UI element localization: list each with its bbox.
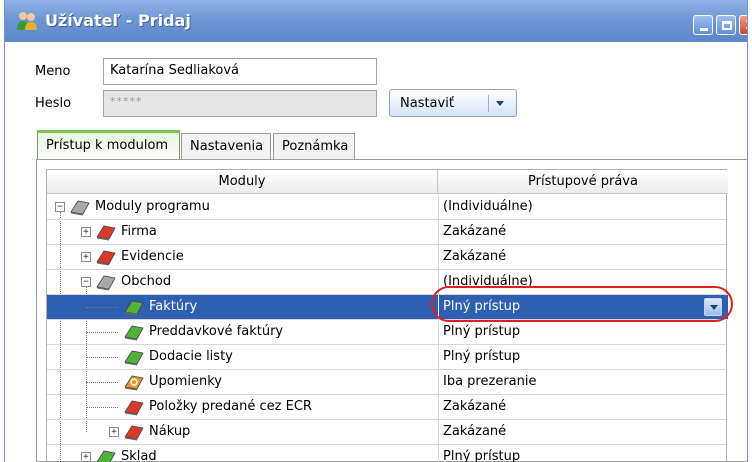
module-name: Firma <box>121 224 157 239</box>
tab-label: Prístup k modulom <box>46 138 169 153</box>
rights-cell[interactable]: (Individuálne) <box>438 195 728 219</box>
title-bar[interactable]: Užívateľ - Pridaj ✕ <box>5 0 747 42</box>
name-field[interactable]: Katarína Sedliaková <box>103 58 377 85</box>
tree-connector <box>86 332 118 333</box>
tree-row[interactable]: + Nákup Zakázané <box>47 420 728 445</box>
user-add-dialog: Užívateľ - Pridaj ✕ Meno Katarína Sedlia… <box>4 0 748 462</box>
close-icon: ✕ <box>744 16 747 34</box>
module-full-access-icon <box>96 450 116 462</box>
module-full-access-icon <box>124 300 144 316</box>
tree-row[interactable]: − Moduly programu (Individuálne) <box>47 195 728 220</box>
tree-connector <box>86 307 118 308</box>
module-name: Sklad <box>121 449 157 462</box>
close-button[interactable]: ✕ <box>739 15 747 35</box>
module-disabled-icon <box>96 250 116 266</box>
column-header-modules[interactable]: Moduly <box>47 170 438 194</box>
name-label: Meno <box>35 64 71 79</box>
set-password-button[interactable]: Nastaviť <box>389 89 517 117</box>
chevron-down-icon[interactable] <box>496 101 504 106</box>
module-name: Dodacie listy <box>149 349 233 364</box>
maximize-icon <box>722 21 732 30</box>
password-label: Heslo <box>35 96 72 111</box>
tree-row[interactable]: Upomienky Iba prezeranie <box>47 370 728 395</box>
minimize-button[interactable] <box>693 15 713 35</box>
collapse-icon[interactable]: − <box>81 277 91 287</box>
module-full-access-icon <box>124 325 144 341</box>
column-header-rights[interactable]: Prístupové práva <box>438 170 728 194</box>
module-individual-icon <box>70 200 90 216</box>
module-name: Moduly programu <box>95 199 210 214</box>
tab-access-modules[interactable]: Prístup k modulom <box>37 130 180 160</box>
expand-icon[interactable]: + <box>81 452 91 462</box>
tree-connector <box>86 382 118 383</box>
rights-cell[interactable]: Plný prístup <box>438 445 728 462</box>
rights-cell[interactable]: Zakázané <box>438 395 728 419</box>
tab-label: Nastavenia <box>190 139 264 154</box>
tree-row[interactable]: Položky predané cez ECR Zakázané <box>47 395 728 420</box>
rights-cell[interactable]: Zakázané <box>438 420 728 444</box>
module-view-only-icon <box>124 375 144 391</box>
expand-icon[interactable]: + <box>81 227 91 237</box>
tree-connector <box>86 407 118 408</box>
module-name: Obchod <box>121 274 172 289</box>
password-field[interactable]: ***** <box>103 90 377 117</box>
users-icon <box>17 12 37 30</box>
rights-cell[interactable]: Plný prístup <box>438 320 728 344</box>
tree-row[interactable]: Preddavkové faktúry Plný prístup <box>47 320 728 345</box>
module-name: Preddavkové faktúry <box>149 324 284 339</box>
rights-cell[interactable]: Plný prístup <box>438 345 728 369</box>
expand-icon[interactable]: + <box>109 427 119 437</box>
module-name: Položky predané cez ECR <box>149 399 312 414</box>
module-name: Evidencie <box>121 249 184 264</box>
module-name: Nákup <box>149 424 191 439</box>
minimize-icon <box>700 28 708 31</box>
tree-row[interactable]: Dodacie listy Plný prístup <box>47 345 728 370</box>
module-individual-icon <box>96 275 116 291</box>
tree-row[interactable]: + Firma Zakázané <box>47 220 728 245</box>
tree-connector <box>86 357 118 358</box>
maximize-button[interactable] <box>716 15 736 35</box>
window-title: Užívateľ - Pridaj <box>45 11 191 30</box>
tab-label: Poznámka <box>282 139 349 154</box>
expand-icon[interactable]: + <box>81 252 91 262</box>
module-name: Upomienky <box>149 374 222 389</box>
module-disabled-icon <box>124 425 144 441</box>
tree-row[interactable]: + Sklad Plný prístup <box>47 445 728 462</box>
module-disabled-icon <box>96 225 116 241</box>
rights-cell[interactable]: Zakázané <box>438 245 728 269</box>
highlight-oval <box>431 286 733 322</box>
tree-row[interactable]: + Evidencie Zakázané <box>47 245 728 270</box>
module-name: Faktúry <box>149 299 198 314</box>
set-password-label: Nastaviť <box>400 96 454 111</box>
rights-cell[interactable]: Iba prezeranie <box>438 370 728 394</box>
button-separator <box>488 95 489 112</box>
rights-cell[interactable]: Zakázané <box>438 220 728 244</box>
tab-note[interactable]: Poznámka <box>273 133 355 159</box>
module-disabled-icon <box>124 400 144 416</box>
collapse-icon[interactable]: − <box>55 202 65 212</box>
tab-settings[interactable]: Nastavenia <box>181 133 271 159</box>
module-full-access-icon <box>124 350 144 366</box>
